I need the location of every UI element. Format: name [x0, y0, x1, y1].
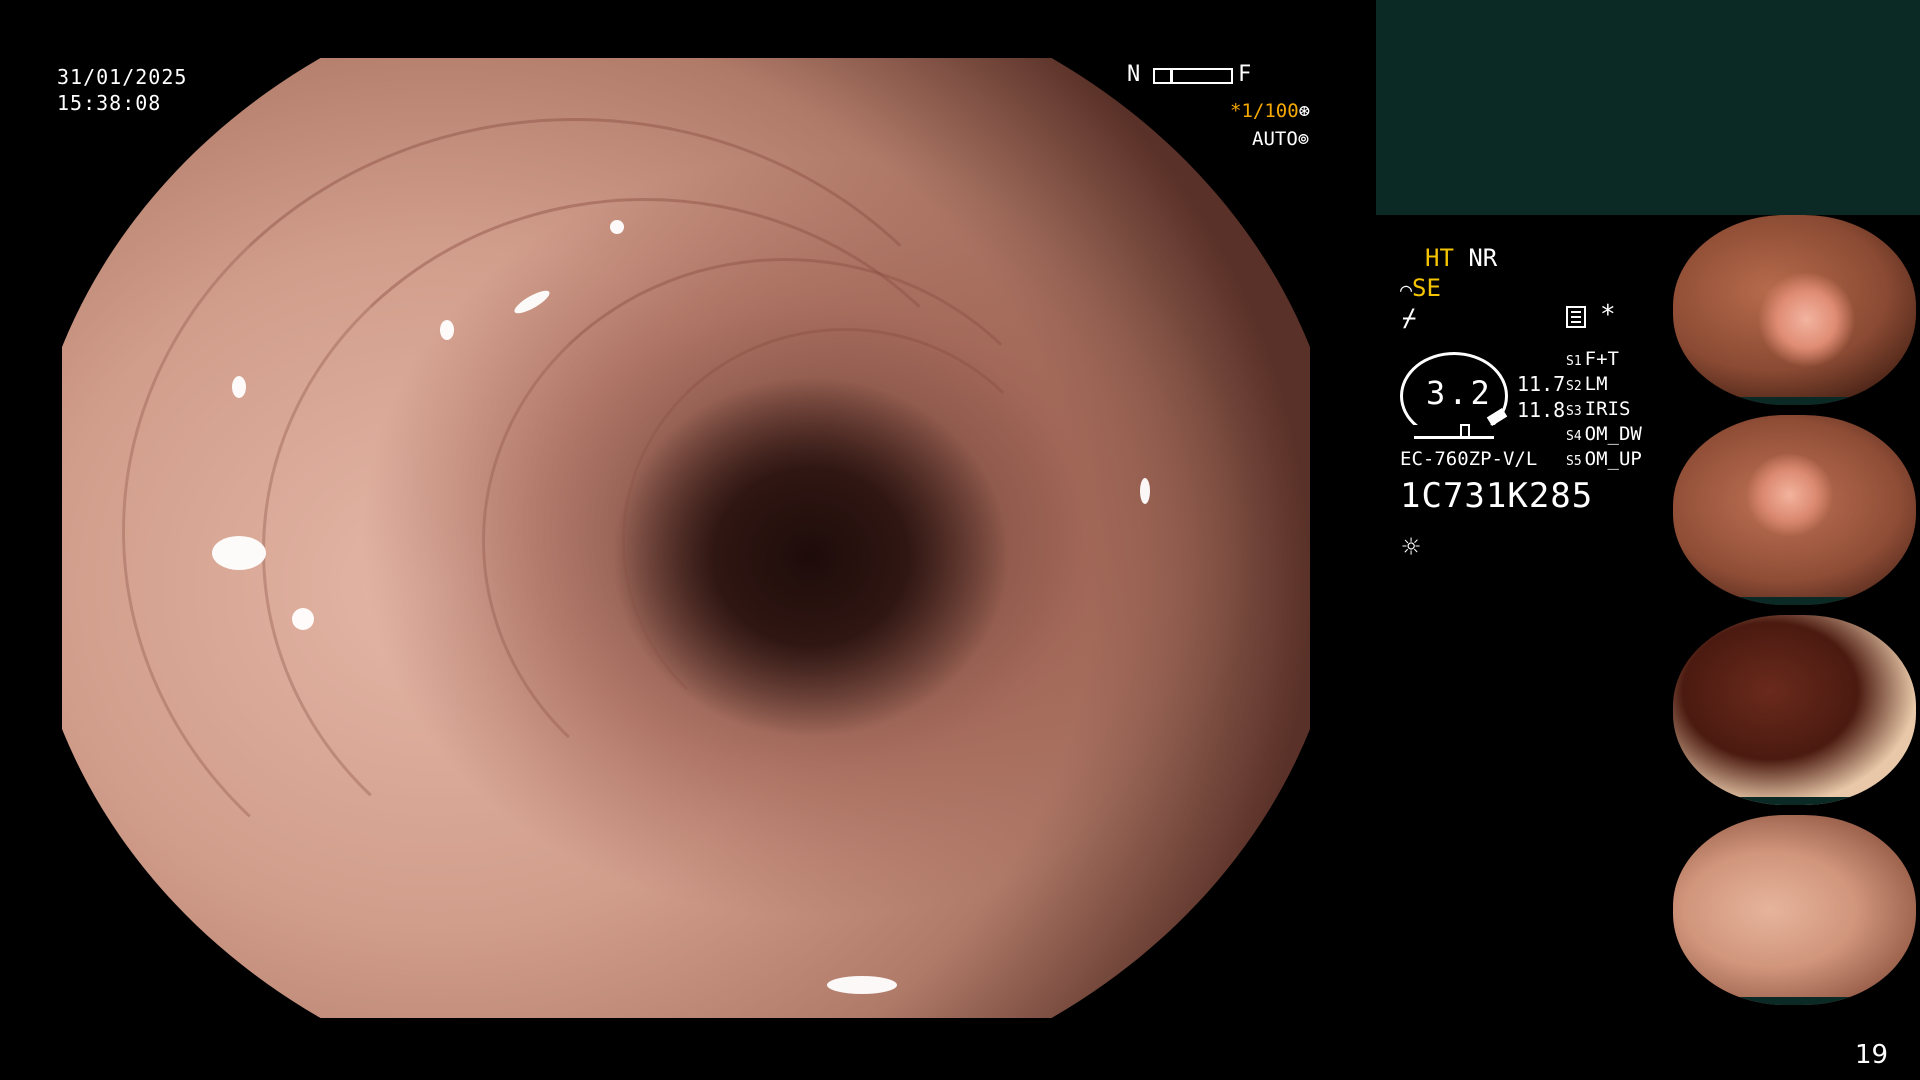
iris-mode: AUTO⊚: [1252, 128, 1309, 150]
captured-image-thumbnail-3[interactable]: [1673, 615, 1916, 805]
scope-model: EC-760ZP-V/L: [1400, 448, 1538, 470]
light-reflection: [212, 536, 266, 570]
captured-image-thumbnail-1[interactable]: [1673, 215, 1916, 405]
light-reflection: [440, 320, 454, 340]
iris-icon: ⊚: [1297, 128, 1310, 150]
zoom-tick: [1460, 424, 1470, 438]
shutter-speed: *1/100⊛: [1230, 100, 1310, 122]
asterisk-indicator: *: [1600, 300, 1616, 330]
lower-value: 11.8: [1517, 398, 1566, 422]
page-number: 19: [1855, 1040, 1889, 1070]
thumbnail-bar: [1673, 797, 1916, 805]
captured-image-thumbnail-4[interactable]: [1673, 815, 1916, 1005]
lightning-icon: ⌿: [1402, 304, 1417, 332]
captured-image-thumbnail-2[interactable]: [1673, 415, 1916, 605]
aperture-icon: ⊛: [1298, 100, 1311, 122]
preset-s4: S4 OM_DW: [1566, 423, 1642, 445]
zoom-value: 3.2: [1426, 374, 1493, 412]
notes-icon: [1566, 306, 1586, 328]
se-label: SE: [1412, 274, 1441, 302]
far-label: F: [1238, 62, 1252, 87]
preset-s1: S1 F+T: [1566, 348, 1619, 370]
date-label: 31/01/2025: [57, 65, 188, 89]
thumbnail-bar: [1673, 397, 1916, 405]
sun-icon: ☼: [1402, 530, 1421, 565]
thumbnail-bar: [1673, 997, 1916, 1005]
shutter-speed-value: *1/100: [1230, 100, 1299, 122]
scope-icon: ⌒: [1400, 277, 1413, 301]
serial-number: 1C731K285: [1400, 476, 1594, 516]
nr-label: NR: [1468, 244, 1498, 272]
time-label: 15:38:08: [57, 91, 162, 115]
info-panel-header: [1376, 0, 1920, 215]
zoom-gauge-base: [1414, 436, 1494, 439]
preset-s2: S2 LM: [1566, 373, 1608, 395]
near-label: N: [1127, 62, 1141, 87]
preset-s3: S3 IRIS: [1566, 398, 1631, 420]
light-reflection: [1140, 478, 1150, 504]
ht-nr-status: HT NR: [1425, 244, 1497, 272]
endoscope-live-view: [62, 58, 1310, 1018]
se-status: ⌒SE: [1400, 274, 1441, 302]
upper-value: 11.7: [1517, 372, 1566, 396]
light-reflection: [232, 376, 246, 398]
thumbnail-bar: [1673, 597, 1916, 605]
light-reflection: [610, 220, 624, 234]
ht-label: HT: [1425, 244, 1454, 272]
light-reflection: [292, 608, 314, 630]
light-reflection: [827, 976, 897, 994]
focus-position-marker: [1170, 68, 1173, 84]
preset-s5: S5 OM_UP: [1566, 448, 1642, 470]
timestamp: 31/01/2025 15:38:08: [57, 64, 187, 116]
mucosal-fold: [622, 328, 1068, 754]
iris-mode-value: AUTO: [1252, 128, 1298, 150]
focus-bar: [1153, 68, 1233, 84]
